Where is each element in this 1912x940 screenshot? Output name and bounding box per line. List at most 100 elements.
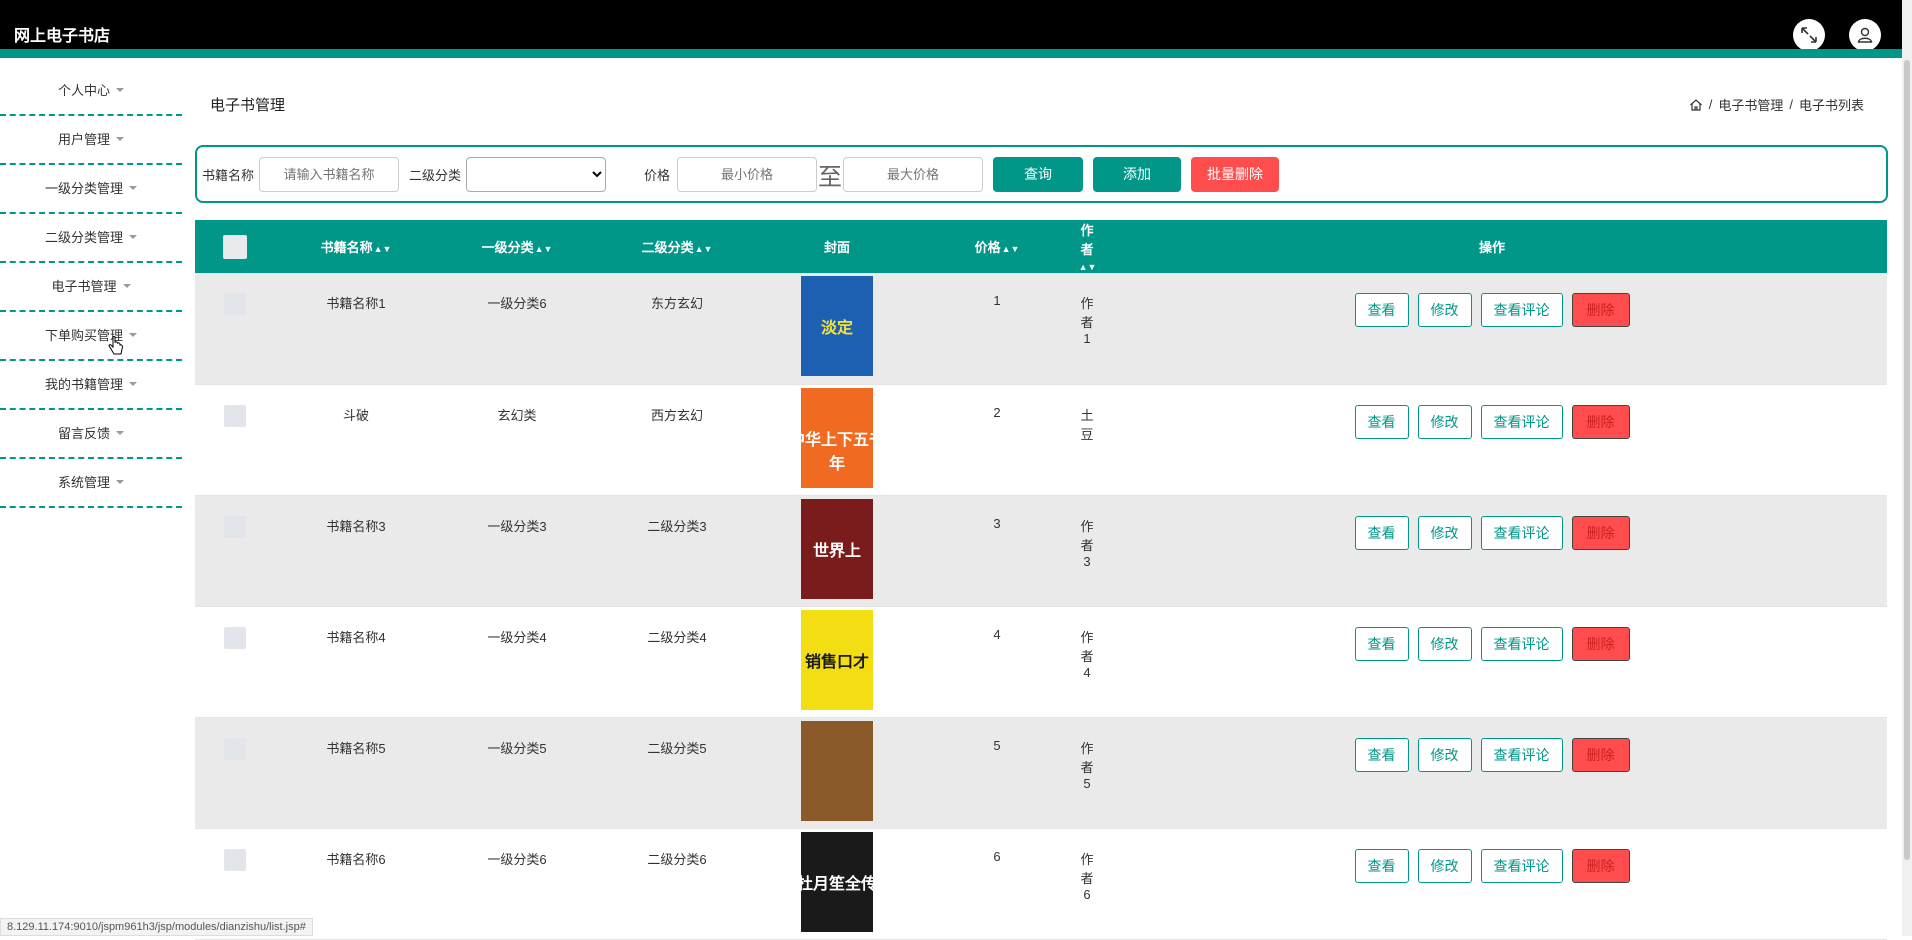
- row-select-cell: [195, 273, 275, 385]
- sidebar-item-system[interactable]: 系统管理: [0, 459, 182, 508]
- breadcrumb-item: 电子书列表: [1798, 98, 1864, 113]
- select-all-checkbox[interactable]: [223, 234, 247, 259]
- category2-select[interactable]: [466, 156, 607, 192]
- book-cover-image[interactable]: 淡定: [787, 276, 887, 376]
- view-comments-button[interactable]: 查看评论: [1480, 293, 1563, 327]
- delete-button[interactable]: 删除: [1571, 626, 1630, 661]
- price-cell: 6: [917, 828, 1077, 940]
- row-select-cell: [195, 717, 275, 829]
- query-button[interactable]: 查询: [993, 156, 1084, 192]
- delete-button[interactable]: 删除: [1571, 515, 1630, 550]
- view-button[interactable]: 查看: [1354, 848, 1409, 883]
- book-cover-image[interactable]: 杜月笙全传: [787, 831, 887, 932]
- hand-cursor-icon: [108, 336, 124, 355]
- row-actions: 查看 修改 查看评论 删除: [1097, 515, 1887, 550]
- book-cover-image[interactable]: 世界上: [787, 498, 887, 599]
- sidebar-item-ebooks[interactable]: 电子书管理: [0, 263, 182, 312]
- fullscreen-icon[interactable]: [1793, 19, 1825, 51]
- ops-cell: 查看 修改 查看评论 删除: [1097, 384, 1887, 496]
- book-cover-image[interactable]: 中华上下五千年: [787, 387, 887, 488]
- row-checkbox[interactable]: [224, 848, 246, 871]
- chevron-down-icon: [129, 381, 137, 386]
- view-comments-button[interactable]: 查看评论: [1480, 848, 1563, 883]
- sidebar-item-category2[interactable]: 二级分类管理: [0, 214, 182, 263]
- page-scrollbar[interactable]: [1902, 0, 1912, 936]
- sidebar-item-category1[interactable]: 一级分类管理: [0, 165, 182, 214]
- header-ops: 操作: [1097, 220, 1887, 273]
- edit-button[interactable]: 修改: [1417, 293, 1472, 327]
- scrollbar-thumb[interactable]: [1904, 60, 1910, 860]
- category1-cell: 一级分类6: [437, 273, 597, 385]
- header-label: 二级分类: [641, 240, 694, 255]
- book-cover-text: 淡定: [820, 320, 853, 337]
- view-button[interactable]: 查看: [1354, 515, 1409, 550]
- header-author[interactable]: 作者 ▲▼: [1077, 220, 1097, 273]
- sidebar-item-personal-center[interactable]: 个人中心: [0, 67, 182, 116]
- header-category1[interactable]: 一级分类▲▼: [437, 220, 597, 273]
- sort-icon[interactable]: ▲▼: [695, 244, 713, 254]
- chevron-down-icon: [129, 185, 137, 190]
- edit-button[interactable]: 修改: [1417, 515, 1472, 550]
- edit-button[interactable]: 修改: [1417, 404, 1472, 439]
- book-cover-image[interactable]: [787, 720, 887, 821]
- delete-button[interactable]: 删除: [1571, 404, 1630, 439]
- breadcrumb-separator: /: [1789, 97, 1793, 112]
- sort-icon[interactable]: ▲▼: [535, 244, 553, 254]
- view-button[interactable]: 查看: [1354, 404, 1409, 439]
- sidebar-item-feedback[interactable]: 留言反馈: [0, 410, 182, 459]
- row-checkbox[interactable]: [224, 293, 246, 315]
- row-checkbox[interactable]: [224, 737, 246, 760]
- category1-cell: 玄幻类: [437, 384, 597, 496]
- search-bar: 书籍名称 二级分类 价格 至 查询 添加 批量删除: [195, 145, 1888, 203]
- view-comments-button[interactable]: 查看评论: [1480, 626, 1563, 661]
- table-row: 书籍名称5 一级分类5 二级分类5 5 作者5 查看 修改 查看评论 删除: [195, 717, 1887, 829]
- chevron-down-icon: [116, 430, 124, 435]
- row-actions: 查看 修改 查看评论 删除: [1097, 626, 1887, 661]
- batch-delete-button[interactable]: 批量删除: [1191, 156, 1280, 192]
- category2-cell: 二级分类3: [597, 495, 757, 607]
- user-icon[interactable]: [1849, 19, 1881, 51]
- book-name-cell: 斗破: [275, 384, 437, 496]
- delete-button[interactable]: 删除: [1571, 848, 1630, 883]
- min-price-input[interactable]: [677, 156, 818, 192]
- home-icon[interactable]: [1689, 98, 1703, 112]
- view-comments-button[interactable]: 查看评论: [1480, 515, 1563, 550]
- sidebar-item-my-books[interactable]: 我的书籍管理: [0, 361, 182, 410]
- author-cell: 作者1: [1077, 273, 1097, 385]
- header-book-name[interactable]: 书籍名称▲▼: [275, 220, 437, 273]
- sidebar-item-users[interactable]: 用户管理: [0, 116, 182, 165]
- category2-cell: 二级分类6: [597, 828, 757, 940]
- delete-button[interactable]: 删除: [1571, 737, 1630, 772]
- sort-icon[interactable]: ▲▼: [1079, 262, 1097, 272]
- sort-icon[interactable]: ▲▼: [1002, 244, 1020, 254]
- breadcrumb-item[interactable]: 电子书管理: [1718, 95, 1783, 114]
- header-price[interactable]: 价格▲▼: [917, 220, 1077, 273]
- edit-button[interactable]: 修改: [1417, 737, 1472, 772]
- sidebar-item-label: 留言反馈: [57, 426, 110, 441]
- chevron-down-icon: [122, 283, 131, 288]
- book-cover-art: [801, 720, 873, 821]
- book-cover-image[interactable]: 销售口才: [787, 609, 887, 710]
- row-checkbox[interactable]: [224, 404, 246, 427]
- view-button[interactable]: 查看: [1354, 737, 1409, 772]
- header-category2[interactable]: 二级分类▲▼: [597, 220, 757, 273]
- row-checkbox[interactable]: [224, 515, 246, 538]
- add-button[interactable]: 添加: [1093, 156, 1182, 192]
- sidebar-item-orders[interactable]: 下单购买管理: [0, 312, 182, 361]
- delete-button[interactable]: 删除: [1571, 293, 1630, 327]
- row-checkbox[interactable]: [224, 626, 246, 649]
- sidebar-item-label: 系统管理: [57, 475, 110, 490]
- cover-cell: 销售口才: [757, 606, 917, 718]
- edit-button[interactable]: 修改: [1417, 848, 1472, 883]
- view-comments-button[interactable]: 查看评论: [1480, 737, 1563, 772]
- edit-button[interactable]: 修改: [1417, 626, 1472, 661]
- book-name-input[interactable]: [259, 156, 400, 192]
- header-label: 封面: [823, 240, 850, 255]
- sort-icon[interactable]: ▲▼: [374, 244, 392, 254]
- max-price-input[interactable]: [843, 156, 984, 192]
- category2-cell: 东方玄幻: [597, 273, 757, 385]
- header-label: 价格: [974, 240, 1001, 255]
- view-button[interactable]: 查看: [1354, 293, 1409, 327]
- view-comments-button[interactable]: 查看评论: [1480, 404, 1563, 439]
- view-button[interactable]: 查看: [1354, 626, 1409, 661]
